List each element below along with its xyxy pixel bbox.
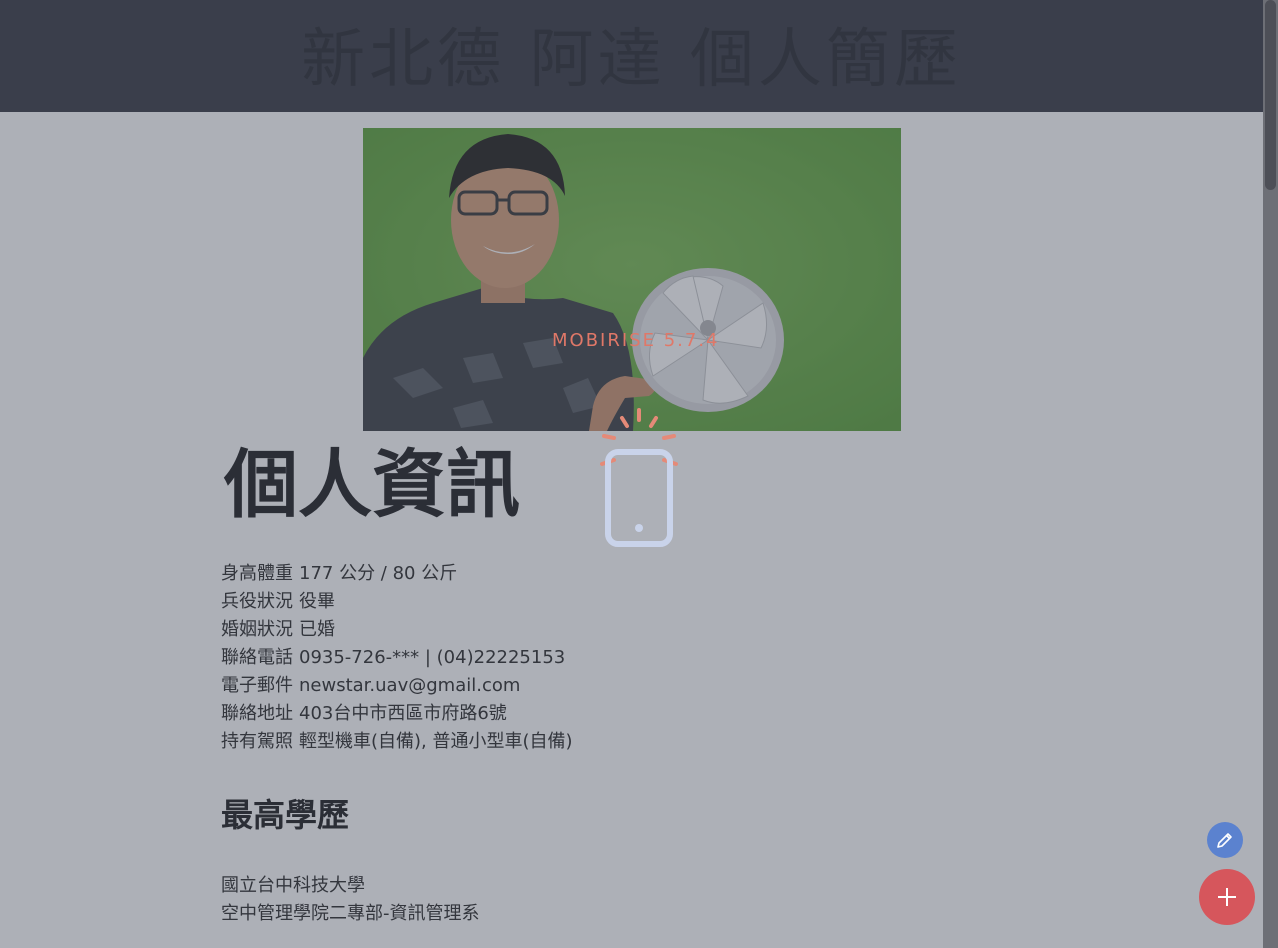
info-value: newstar.uav@gmail.com xyxy=(299,675,521,696)
info-row-address: 聯絡地址 403台中市西區市府路6號 xyxy=(221,700,573,728)
scrollbar-thumb[interactable] xyxy=(1265,0,1276,190)
info-value: 177 公分 / 80 公斤 xyxy=(299,563,458,584)
info-value: 0935-726-*** | (04)22225153 xyxy=(299,647,566,668)
education-school: 國立台中科技大學 xyxy=(221,875,365,896)
info-row-marital: 婚姻狀況 已婚 xyxy=(221,616,573,644)
info-label: 持有駕照 xyxy=(221,731,293,752)
edit-button[interactable] xyxy=(1207,822,1243,858)
personal-info-list: 身高體重 177 公分 / 80 公斤 兵役狀況 役畢 婚姻狀況 已婚 聯絡電話 093… xyxy=(221,560,573,756)
pencil-icon xyxy=(1217,833,1232,848)
info-value: 403台中市西區市府路6號 xyxy=(299,703,507,724)
education-list: 國立台中科技大學 空中管理學院二專部-資訊管理系 xyxy=(221,872,480,928)
info-row-email: 電子郵件 newstar.uav@gmail.com xyxy=(221,672,573,700)
info-label: 聯絡地址 xyxy=(221,703,293,724)
info-row-height-weight: 身高體重 177 公分 / 80 公斤 xyxy=(221,560,573,588)
page: 新北德 阿達 個人簡歷 個人資訊 身高體重 177 公分 / 80 公斤 兵役狀… xyxy=(0,0,1263,948)
education-heading: 最高學歷 xyxy=(221,796,350,834)
add-block-button[interactable] xyxy=(1199,869,1255,925)
profile-photo xyxy=(363,128,901,431)
info-row-military: 兵役狀況 役畢 xyxy=(221,588,573,616)
plus-icon xyxy=(1218,888,1236,906)
info-label: 婚姻狀況 xyxy=(221,619,293,640)
banner-title: 新北德 阿達 個人簡歷 xyxy=(301,23,962,97)
top-banner: 新北德 阿達 個人簡歷 xyxy=(0,0,1263,112)
info-label: 電子郵件 xyxy=(221,675,293,696)
info-value: 已婚 xyxy=(299,619,335,640)
info-row-phone: 聯絡電話 0935-726-*** | (04)22225153 xyxy=(221,644,573,672)
info-row-license: 持有駕照 輕型機車(自備), 普通小型車(自備) xyxy=(221,728,573,756)
info-value: 役畢 xyxy=(299,591,335,612)
personal-info-heading: 個人資訊 xyxy=(224,442,520,528)
info-value: 輕型機車(自備), 普通小型車(自備) xyxy=(299,731,573,752)
vertical-scrollbar[interactable] xyxy=(1263,0,1278,948)
info-label: 身高體重 xyxy=(221,563,293,584)
profile-photo-illustration xyxy=(363,128,901,431)
info-label: 兵役狀況 xyxy=(221,591,293,612)
info-label: 聯絡電話 xyxy=(221,647,293,668)
education-department: 空中管理學院二專部-資訊管理系 xyxy=(221,903,480,924)
